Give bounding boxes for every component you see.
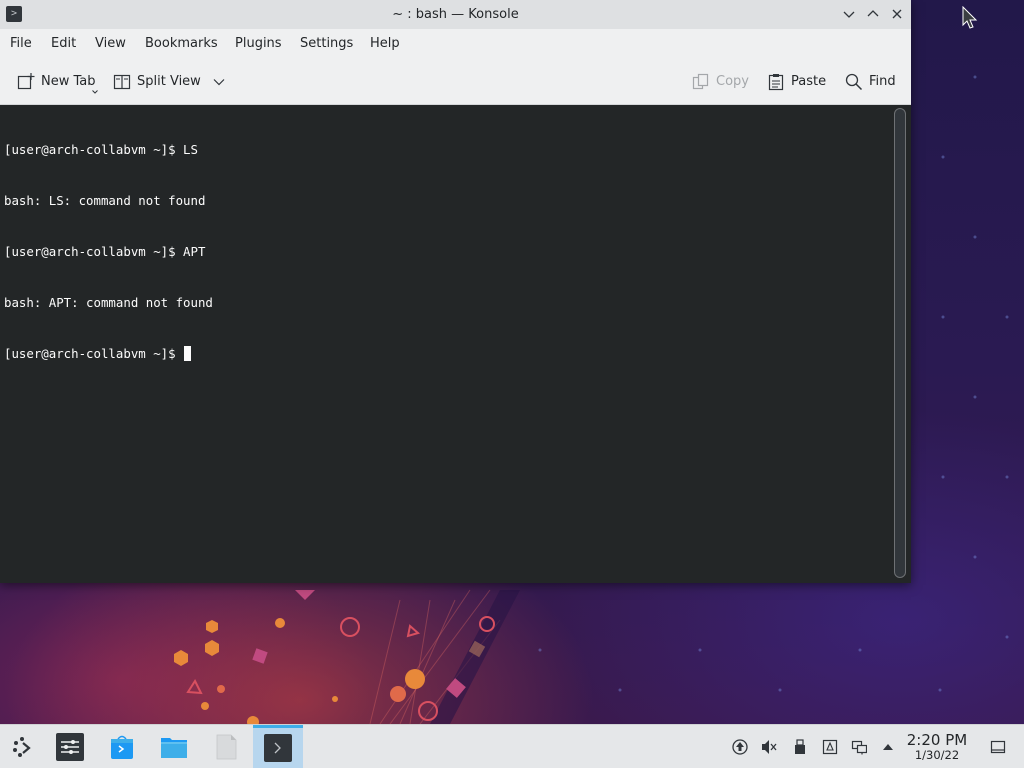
settings-sliders-icon bbox=[56, 733, 84, 761]
show-desktop-icon[interactable] bbox=[990, 739, 1006, 755]
copy-label: Copy bbox=[716, 74, 749, 89]
copy-icon bbox=[692, 73, 709, 90]
menu-file[interactable]: File bbox=[10, 29, 32, 59]
network-icon[interactable] bbox=[851, 739, 867, 755]
document-icon bbox=[216, 734, 237, 760]
minimize-button[interactable] bbox=[840, 5, 858, 23]
chevron-up-icon bbox=[867, 10, 879, 17]
terminal-prompt-line: [user@arch-collabvm ~]$ bbox=[4, 345, 213, 362]
menu-plugins[interactable]: Plugins bbox=[235, 29, 282, 59]
chevron-down-icon bbox=[213, 79, 225, 86]
terminal-line: bash: APT: command not found bbox=[4, 295, 213, 310]
title-bar[interactable]: ~ : bash — Konsole > bbox=[0, 0, 911, 29]
terminal-icon bbox=[264, 734, 292, 762]
search-icon bbox=[845, 73, 863, 91]
folder-icon bbox=[161, 738, 187, 758]
mouse-cursor-icon bbox=[962, 6, 978, 29]
maximize-button[interactable] bbox=[864, 5, 882, 23]
paste-label: Paste bbox=[791, 74, 827, 89]
new-tab-icon bbox=[17, 73, 35, 90]
paste-icon bbox=[768, 74, 784, 91]
split-view-label: Split View bbox=[137, 74, 201, 89]
terminal-line: [user@arch-collabvm ~]$ APT bbox=[4, 244, 206, 259]
menu-help[interactable]: Help bbox=[370, 29, 400, 59]
menu-bar: File Edit View Bookmarks Plugins Setting… bbox=[0, 29, 911, 59]
close-icon bbox=[892, 9, 902, 19]
new-tab-button[interactable]: New Tab bbox=[17, 70, 98, 94]
usb-device-icon[interactable] bbox=[792, 739, 808, 755]
paste-button[interactable]: Paste bbox=[767, 70, 826, 94]
find-button[interactable]: Find bbox=[845, 70, 896, 94]
terminal-scrollbar[interactable] bbox=[894, 108, 906, 578]
volume-muted-icon[interactable] bbox=[761, 739, 777, 755]
terminal-line: [user@arch-collabvm ~]$ LS bbox=[4, 142, 198, 157]
taskbar-app-konsole[interactable] bbox=[253, 725, 303, 768]
menu-edit[interactable]: Edit bbox=[51, 29, 76, 59]
taskbar-app-discover[interactable] bbox=[100, 725, 144, 768]
application-launcher-button[interactable] bbox=[0, 725, 44, 768]
split-view-button[interactable]: Split View bbox=[113, 70, 225, 94]
new-tab-label: New Tab bbox=[41, 74, 96, 89]
split-view-icon bbox=[113, 74, 131, 90]
clipboard-icon[interactable] bbox=[822, 739, 838, 755]
konsole-window: ~ : bash — Konsole > File Edit View Book… bbox=[0, 0, 911, 583]
menu-settings[interactable]: Settings bbox=[300, 29, 353, 59]
kde-launcher-icon bbox=[13, 737, 31, 757]
menu-bookmarks[interactable]: Bookmarks bbox=[145, 29, 218, 59]
find-label: Find bbox=[869, 74, 896, 89]
copy-button[interactable]: Copy bbox=[692, 70, 749, 94]
taskbar-app-system-settings[interactable] bbox=[48, 725, 92, 768]
terminal-prompt: [user@arch-collabvm ~]$ bbox=[4, 346, 184, 361]
close-button[interactable] bbox=[888, 5, 906, 23]
main-toolbar: New Tab Split View Copy Paste Find bbox=[0, 59, 911, 105]
taskbar-app-kate[interactable] bbox=[204, 725, 248, 768]
chevron-down-icon bbox=[843, 11, 855, 18]
store-bag-icon bbox=[111, 735, 133, 759]
terminal-area[interactable]: [user@arch-collabvm ~]$ LS bash: LS: com… bbox=[0, 105, 911, 583]
menu-view[interactable]: View bbox=[95, 29, 126, 59]
chevron-down-icon bbox=[92, 90, 98, 94]
taskbar-app-dolphin[interactable] bbox=[152, 725, 196, 768]
konsole-app-icon[interactable]: > bbox=[6, 6, 22, 22]
clock-time[interactable]: 2:20 PM bbox=[900, 731, 974, 749]
updates-icon[interactable] bbox=[732, 739, 748, 755]
window-title: ~ : bash — Konsole bbox=[392, 7, 519, 22]
expand-tray-icon[interactable] bbox=[880, 739, 896, 755]
terminal-output: [user@arch-collabvm ~]$ LS bash: LS: com… bbox=[4, 107, 213, 396]
terminal-line: bash: LS: command not found bbox=[4, 193, 206, 208]
text-cursor bbox=[184, 346, 192, 361]
clock-date[interactable]: 1/30/22 bbox=[900, 748, 974, 762]
taskbar-panel bbox=[0, 724, 1024, 768]
